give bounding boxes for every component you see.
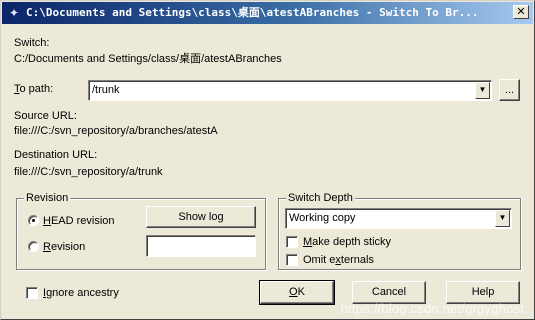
make-depth-sticky-label[interactable]: Make depth sticky: [303, 235, 391, 249]
close-button[interactable]: ✕: [513, 5, 529, 19]
depth-combobox[interactable]: Working copy ▼: [285, 208, 512, 229]
head-revision-key: H: [43, 215, 51, 227]
make-depth-sticky-checkbox[interactable]: [286, 236, 298, 248]
watermark-text: https://blog.csdn.net/grgyghost: [340, 301, 524, 316]
revision-key: R: [43, 241, 51, 253]
ok-key: O: [289, 286, 298, 298]
omit-externals-checkbox[interactable]: [286, 254, 298, 266]
specific-revision-radio[interactable]: [28, 241, 39, 252]
revision-input[interactable]: [146, 235, 256, 257]
destination-url-value: file:///C:/svn_repository/a/trunk: [14, 166, 163, 178]
ignore-rest: gnore ancestry: [46, 287, 119, 299]
switch-depth-group-title: Switch Depth: [286, 191, 355, 205]
ok-rest: K: [297, 286, 305, 298]
omit-rest: ternals: [340, 254, 374, 266]
dialog-window: ✦ C:\Documents and Settings\class\桌面\ate…: [0, 0, 535, 320]
browse-button[interactable]: ...: [499, 79, 520, 101]
source-url-label: Source URL:: [14, 110, 77, 122]
to-path-combobox[interactable]: /trunk ▼: [88, 80, 492, 101]
chevron-down-icon[interactable]: ▼: [475, 82, 490, 99]
head-revision-radio[interactable]: [28, 215, 39, 226]
source-url-value: file:///C:/svn_repository/a/branches/ate…: [14, 125, 218, 137]
head-revision-rest: EAD revision: [50, 215, 115, 227]
to-path-label-rest: o path:: [19, 83, 54, 95]
working-copy-path: C:/Documents and Settings/class/桌面/atest…: [14, 53, 282, 65]
ignore-ancestry-label[interactable]: Ignore ancestry: [43, 286, 119, 300]
head-revision-label[interactable]: HEAD revision: [43, 214, 115, 228]
omit-pre: Omit e: [303, 254, 336, 266]
window-title: C:\Documents and Settings\class\桌面\atest…: [26, 6, 479, 19]
ignore-ancestry-checkbox[interactable]: [26, 287, 38, 299]
omit-externals-label[interactable]: Omit externals: [303, 253, 374, 267]
depth-value: Working copy: [289, 212, 356, 224]
destination-url-label: Destination URL:: [14, 149, 98, 161]
to-path-value: /trunk: [92, 84, 120, 96]
specific-revision-label[interactable]: Revision: [43, 240, 85, 254]
sticky-rest: ake depth sticky: [312, 236, 392, 248]
revision-rest: evision: [50, 241, 86, 253]
show-log-button[interactable]: Show log: [146, 206, 256, 228]
sticky-key: M: [303, 236, 313, 248]
chevron-down-icon[interactable]: ▼: [495, 210, 510, 227]
switch-label: Switch:: [14, 37, 50, 49]
tortoisesvn-icon: ✦: [8, 6, 20, 20]
to-path-label: To path:: [14, 82, 53, 96]
title-bar[interactable]: ✦ C:\Documents and Settings\class\桌面\ate…: [2, 2, 533, 24]
ok-button[interactable]: OK: [259, 280, 335, 305]
revision-group-title: Revision: [24, 191, 71, 205]
